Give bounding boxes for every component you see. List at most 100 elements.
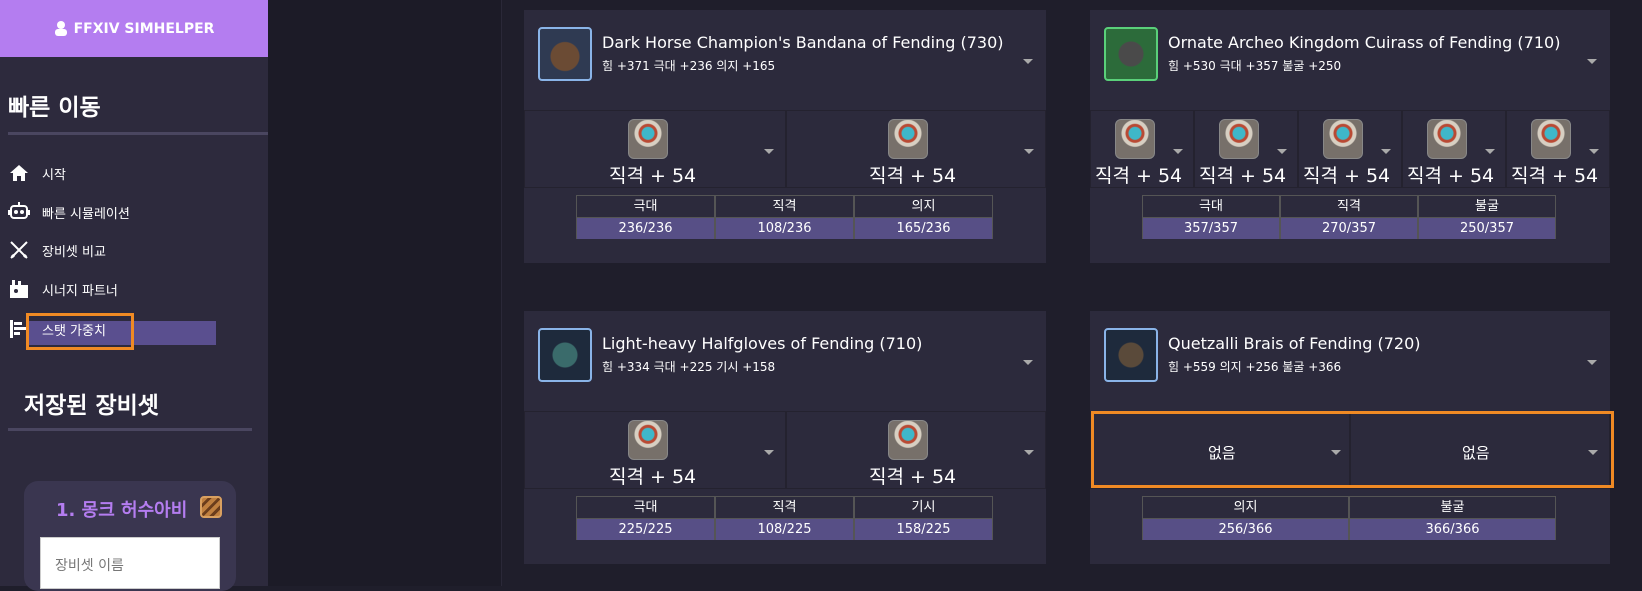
chevron-down-icon[interactable] [1173,149,1183,154]
materia-icon [1115,119,1155,159]
cuirass-icon [1104,27,1158,81]
stat-cell: 극대 236/236 [576,195,715,239]
sidebar-item-synergy[interactable]: 시너지 파트너 [8,277,118,301]
chocobo-logo-icon [54,20,68,37]
stat-label: 직격 [716,497,853,519]
item-stats: 힘 +371 극대 +236 의지 +165 [602,59,776,73]
chevron-down-icon[interactable] [1587,360,1597,365]
stat-value: 256/366 [1143,519,1348,540]
sidebar: FFXIV SIMHELPER 빠른 이동 시작 빠른 시뮬레이션 장비셋 비교… [0,0,268,591]
sidebar-item-label: 시작 [42,167,66,183]
chevron-down-icon[interactable] [764,450,774,455]
crossed-swords-icon [8,239,30,261]
set-name-input[interactable]: 장비셋 이름 [40,537,220,589]
item-select[interactable]: Ornate Archeo Kingdom Cuirass of Fending… [1090,10,1610,108]
chevron-down-icon[interactable] [1024,149,1034,154]
meld-label: 직격 + 54 [609,165,697,187]
chevron-down-icon[interactable] [1381,149,1391,154]
stat-cell: 직격 270/357 [1280,195,1418,239]
meld-slot[interactable]: 직격 + 54 [1298,110,1402,188]
highlight-box [26,313,134,350]
sidebar-item-label: 빠른 시뮬레이션 [42,206,130,222]
sidebar-item-quick-sim[interactable]: 빠른 시뮬레이션 [8,200,130,224]
divider [8,428,252,431]
stat-value: 270/357 [1281,218,1417,239]
stat-cell: 직격 108/225 [715,496,854,540]
materia-icon [628,119,668,159]
stat-value: 366/366 [1350,519,1555,540]
item-name: Ornate Archeo Kingdom Cuirass of Fending… [1168,33,1561,52]
sidebar-item-label: 시너지 파트너 [42,283,118,299]
meld-slot[interactable]: 직격 + 54 [524,411,786,489]
brand-title: FFXIV SIMHELPER [73,20,215,37]
meld-slot[interactable]: 직격 + 54 [786,110,1046,188]
stat-label: 의지 [1143,497,1348,519]
materia-icon [1427,119,1467,159]
stat-value: 225/225 [577,519,714,540]
brand-header[interactable]: FFXIV SIMHELPER [0,0,268,57]
meld-slot[interactable]: 직격 + 54 [786,411,1046,489]
brais-icon [1104,328,1158,382]
meld-slot[interactable]: 직격 + 54 [1090,110,1194,188]
sidebar-item-start[interactable]: 시작 [8,161,66,185]
gear-card-body: Ornate Archeo Kingdom Cuirass of Fending… [1090,10,1610,263]
stat-value: 357/357 [1143,218,1279,239]
stat-label: 기시 [855,497,992,519]
stat-value: 236/236 [577,218,714,239]
stat-cell: 의지 256/366 [1142,496,1349,540]
meld-label: 직격 + 54 [869,466,957,488]
gear-card-hands: Light-heavy Halfgloves of Fending (710) … [524,311,1046,564]
chevron-down-icon[interactable] [1277,149,1287,154]
meld-row: 직격 + 54 직격 + 54 [524,411,1046,489]
materia-icon [1323,119,1363,159]
chevron-down-icon[interactable] [1587,59,1597,64]
meld-label: 직격 + 54 [869,165,957,187]
meld-slot[interactable]: 직격 + 54 [1506,110,1610,188]
stat-label: 극대 [577,196,714,218]
saved-sets-title: 저장된 장비셋 [24,393,159,419]
item-select[interactable]: Dark Horse Champion's Bandana of Fending… [524,10,1046,108]
materia-icon [888,119,928,159]
item-select[interactable]: Quetzalli Brais of Fending (720) 힘 +559 … [1090,311,1610,409]
materia-icon [1219,119,1259,159]
item-name: Light-heavy Halfgloves of Fending (710) [602,334,923,353]
gear-card-head: Dark Horse Champion's Bandana of Fending… [524,10,1046,263]
chevron-down-icon[interactable] [1485,149,1495,154]
chevron-down-icon[interactable] [764,149,774,154]
stat-cell: 직격 108/236 [715,195,854,239]
sidebar-item-gear-compare[interactable]: 장비셋 비교 [8,238,106,262]
sidebar-item-label: 장비셋 비교 [42,244,106,260]
stat-value: 250/357 [1419,218,1555,239]
chevron-down-icon[interactable] [1023,360,1033,365]
meld-slot[interactable]: 직격 + 54 [1194,110,1298,188]
meld-row: 직격 + 54 직격 + 54 [524,110,1046,188]
meld-row: 직격 + 54 직격 + 54 직격 + 54 직격 + 54 직격 + 54 [1090,110,1610,188]
materia-icon [628,420,668,460]
item-name: Quetzalli Brais of Fending (720) [1168,334,1421,353]
party-icon [8,278,30,300]
saved-set-name[interactable]: 1. 몽크 허수아비 [56,496,187,522]
home-icon [8,162,30,184]
meld-label: 직격 + 54 [1407,165,1495,187]
stat-label: 의지 [855,196,992,218]
chevron-down-icon[interactable] [1023,59,1033,64]
item-name: Dark Horse Champion's Bandana of Fending… [602,33,1004,52]
chevron-down-icon[interactable] [1589,149,1599,154]
meld-label: 직격 + 54 [1199,165,1287,187]
stat-value: 165/236 [855,218,992,239]
bandana-icon [538,27,592,81]
item-select[interactable]: Light-heavy Halfgloves of Fending (710) … [524,311,1046,409]
halfgloves-icon [538,328,592,382]
chevron-down-icon[interactable] [1024,450,1034,455]
meld-slot[interactable]: 직격 + 54 [524,110,786,188]
item-stats: 힘 +559 의지 +256 불굴 +366 [1168,360,1342,374]
stat-label: 직격 [716,196,853,218]
materia-icon [888,420,928,460]
stat-value: 158/225 [855,519,992,540]
gutter-edge [501,0,502,586]
meld-slot[interactable]: 직격 + 54 [1402,110,1506,188]
quick-nav-title: 빠른 이동 [8,95,101,121]
meld-label: 직격 + 54 [609,466,697,488]
stat-label: 극대 [577,497,714,519]
stat-value: 108/236 [716,218,853,239]
